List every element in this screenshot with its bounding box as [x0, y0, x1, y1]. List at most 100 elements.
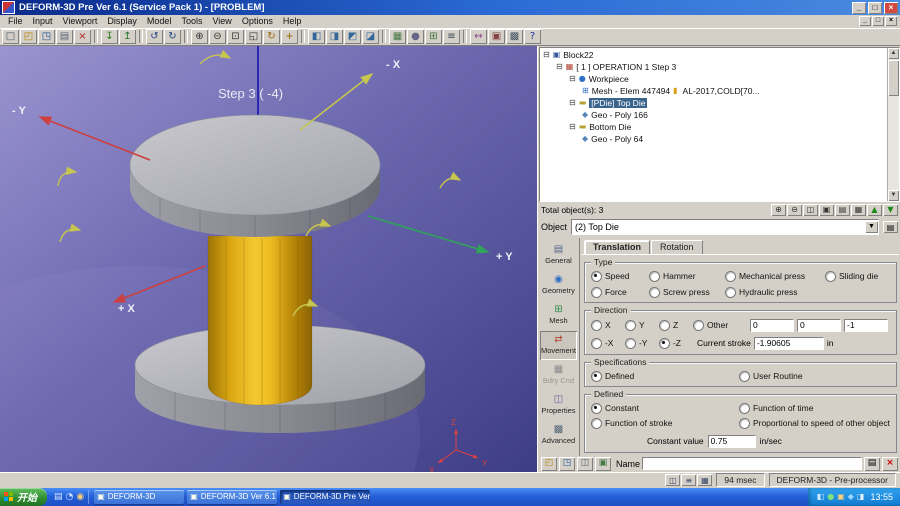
shaded-icon[interactable]: ● — [407, 29, 424, 45]
menu-model[interactable]: Model — [142, 16, 177, 26]
tab-rotation[interactable]: Rotation — [650, 239, 703, 254]
wireframe-icon[interactable]: ▦ — [389, 29, 406, 45]
menu-input[interactable]: Input — [28, 16, 58, 26]
tree-scrollbar[interactable]: ▲ ▼ — [887, 47, 899, 201]
object-list-button[interactable]: ▤ — [883, 221, 898, 234]
direction-option-other[interactable]: Other — [692, 319, 745, 331]
tree-item[interactable]: ⊟ ● Workpiece — [540, 73, 887, 85]
taskbar-task[interactable]: ▣ DEFORM-3D Ver 6.1 ... — [187, 489, 278, 504]
tree-item[interactable]: ⊟ ▬ Bottom Die — [540, 121, 887, 133]
tab-translation[interactable]: Translation — [583, 239, 650, 254]
pan-view-icon[interactable]: + — [281, 29, 298, 45]
quicklaunch-media-icon[interactable]: ◉ — [76, 492, 84, 502]
options-icon[interactable]: ▩ — [506, 29, 523, 45]
object-zoom-in-icon[interactable]: ⊕ — [771, 203, 786, 216]
load-movement-icon[interactable]: ◰ — [541, 456, 557, 471]
panel-close-button[interactable]: × — [882, 456, 898, 471]
spec-option-defined[interactable]: Defined — [590, 370, 739, 382]
save-movement-icon[interactable]: ◳ — [559, 456, 575, 471]
zoom-in-icon[interactable]: ⊕ — [191, 29, 208, 45]
maximize-button[interactable]: □ — [868, 1, 882, 14]
workpiece-object[interactable] — [207, 235, 313, 406]
type-option-speed[interactable]: Speed — [590, 270, 649, 282]
side-tab-bdry-cnd[interactable]: ▦ Bdry Cnd — [540, 361, 577, 390]
copy-movement-icon[interactable]: ◫ — [577, 456, 593, 471]
spec-option-user-routine[interactable]: User Routine — [738, 370, 803, 382]
close-button[interactable]: × — [884, 1, 898, 14]
view-side-icon[interactable]: ◨ — [326, 29, 343, 45]
zoom-window-icon[interactable]: ⊡ — [227, 29, 244, 45]
scrollbar-thumb[interactable] — [888, 59, 899, 96]
quicklaunch-browser-icon[interactable]: ◔ — [66, 492, 74, 502]
taskbar-task[interactable]: ▣DEFORM-3D Pre Ver ... — [280, 489, 371, 504]
taskbar-task[interactable]: ▣ DEFORM-3D — [94, 489, 185, 504]
virtual-keyboard-icon[interactable]: ▤ — [864, 456, 880, 471]
menu-options[interactable]: Options — [237, 16, 278, 26]
current-stroke-input[interactable] — [753, 336, 824, 350]
object-display-icon[interactable]: ▣ — [819, 203, 834, 216]
direction-component-input-1[interactable] — [797, 318, 841, 332]
tree-item[interactable]: ⊞ Mesh - Elem 447494 ▮ AL-2017,COLD[70... — [540, 85, 887, 97]
object-settings-icon[interactable]: ▦ — [851, 203, 866, 216]
side-tab-movement[interactable]: ⇄ Movement — [540, 330, 577, 360]
start-button[interactable]: 开始 — [0, 487, 47, 506]
viewport-3d[interactable]: Step 3 ( -4) - X - Y + Y + X Z X Y — [0, 45, 537, 472]
menu-tools[interactable]: Tools — [176, 16, 207, 26]
move-up-icon[interactable]: ▲ — [867, 203, 882, 216]
menu-view[interactable]: View — [207, 16, 236, 26]
delete-icon[interactable]: × — [74, 29, 91, 45]
name-input[interactable] — [642, 457, 862, 471]
menu-help[interactable]: Help — [278, 16, 307, 26]
scroll-down-icon[interactable]: ▼ — [888, 189, 899, 201]
rotate-view-icon[interactable]: ↻ — [263, 29, 280, 45]
type-option-force[interactable]: Force — [590, 286, 649, 298]
tree-item[interactable]: ⊟ ▬ [PDie] Top Die — [540, 97, 887, 109]
status-display-icon[interactable]: ◫ — [665, 474, 681, 487]
scrollbar-track[interactable] — [888, 96, 899, 190]
mesh-display-icon[interactable]: ⊞ — [425, 29, 442, 45]
tree-expander-icon[interactable]: ⊟ — [569, 74, 576, 83]
defined-option-proportional-to-speed-of-other-object[interactable]: Proportional to speed of other object — [738, 417, 890, 429]
direction-component-input-2[interactable] — [844, 318, 888, 332]
export-icon[interactable]: ↥ — [119, 29, 136, 45]
redo-icon[interactable]: ↻ — [164, 29, 181, 45]
object-monitor-icon[interactable]: ▤ — [835, 203, 850, 216]
save-icon[interactable]: ◳ — [38, 29, 55, 45]
object-list-icon[interactable]: ≡ — [443, 29, 460, 45]
taskbar-clock[interactable]: 13:55 — [870, 492, 893, 502]
zoom-out-icon[interactable]: ⊖ — [209, 29, 226, 45]
menu-file[interactable]: File — [3, 16, 28, 26]
view-top-icon[interactable]: ◩ — [344, 29, 361, 45]
tree-item[interactable]: ◆ Geo - Poly 166 — [540, 109, 887, 121]
direction-option--z[interactable]: -Z — [658, 337, 693, 349]
side-tab-mesh[interactable]: ⊞ Mesh — [540, 301, 577, 330]
view-front-icon[interactable]: ◧ — [308, 29, 325, 45]
move-down-icon[interactable]: ▼ — [883, 203, 898, 216]
side-tab-general[interactable]: ▤ General — [540, 241, 577, 270]
tray-antivirus-icon[interactable]: ● — [827, 492, 834, 501]
tree-item[interactable]: ◆ Geo - Poly 64 — [540, 133, 887, 145]
mdi-minimize-button[interactable]: _ — [859, 16, 871, 27]
open-database-icon[interactable]: ◰ — [20, 29, 37, 45]
mdi-restore-button[interactable]: □ — [872, 16, 884, 27]
scroll-up-icon[interactable]: ▲ — [888, 47, 899, 59]
tray-volume-icon[interactable]: ◨ — [857, 492, 865, 501]
side-tab-geometry[interactable]: ◉ Geometry — [540, 271, 577, 300]
type-option-mechanical-press[interactable]: Mechanical press — [724, 270, 825, 282]
status-list-icon[interactable]: ≡ — [681, 474, 697, 487]
direction-option-z[interactable]: Z — [658, 319, 693, 331]
undo-icon[interactable]: ↺ — [146, 29, 163, 45]
help-icon[interactable]: ? — [524, 29, 541, 45]
type-option-screw-press[interactable]: Screw press — [648, 286, 725, 298]
tray-update-icon[interactable]: ▣ — [837, 492, 845, 501]
import-icon[interactable]: ↧ — [101, 29, 118, 45]
status-grid-icon[interactable]: ▦ — [697, 474, 713, 487]
defined-option-function-of-time[interactable]: Function of time — [738, 402, 890, 414]
direction-component-input-0[interactable] — [750, 318, 794, 332]
direction-option-x[interactable]: X — [590, 319, 625, 331]
tree-item[interactable]: ⊟ ▦[ 1 ] OPERATION 1 Step 3 — [540, 61, 887, 73]
menu-viewport[interactable]: Viewport — [58, 16, 103, 26]
tree-item[interactable]: ⊟ ▣ Block22 — [540, 49, 887, 61]
constant-value-input[interactable] — [707, 434, 756, 448]
capture-icon[interactable]: ▣ — [488, 29, 505, 45]
